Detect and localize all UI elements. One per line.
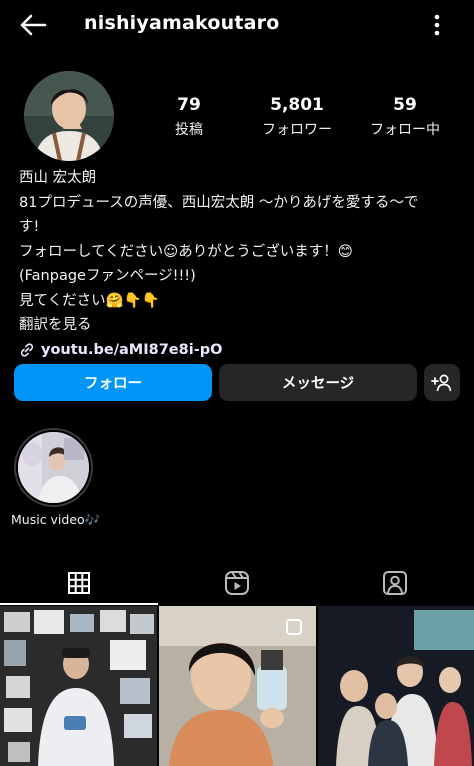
highlight-thumbnail bbox=[18, 432, 89, 503]
follow-button-label: フォロー bbox=[84, 376, 142, 392]
bio-link[interactable]: youtu.be/aMI87e8i-pO bbox=[19, 338, 469, 363]
story-highlight-music-video[interactable] bbox=[14, 428, 93, 507]
bio-line-5: 見てください🤗👇👇 bbox=[19, 292, 160, 309]
back-button[interactable] bbox=[14, 10, 52, 40]
post-thumbnail-3[interactable] bbox=[318, 606, 474, 766]
profile-avatar[interactable] bbox=[24, 71, 114, 161]
tab-reels[interactable] bbox=[158, 560, 316, 606]
more-options-button[interactable] bbox=[424, 10, 450, 40]
bio-line-4: (Fanpageファンページ!!!) bbox=[19, 268, 196, 284]
bio-line-1: 81プロデュースの声優、西山宏太朗 〜かりあげを愛する〜で bbox=[19, 194, 419, 211]
active-tab-indicator bbox=[0, 603, 158, 605]
post-thumbnail-1[interactable] bbox=[0, 606, 157, 766]
tagged-person-icon bbox=[383, 571, 407, 595]
bio-link-text: youtu.be/aMI87e8i-pO bbox=[41, 341, 223, 358]
stat-posts[interactable]: 79 投稿 bbox=[134, 95, 244, 139]
stat-followers-value: 5,801 bbox=[270, 95, 324, 115]
follow-button[interactable]: フォロー bbox=[14, 364, 212, 401]
stat-following-label: フォロー中 bbox=[370, 122, 440, 138]
tab-posts-grid[interactable] bbox=[0, 560, 158, 606]
add-person-icon bbox=[431, 374, 452, 391]
arrow-left-icon bbox=[20, 14, 47, 36]
stat-posts-value: 79 bbox=[177, 95, 201, 115]
profile-bio: 西山 宏太朗 81プロデュースの声優、西山宏太朗 〜かりあげを愛する〜で す! … bbox=[19, 166, 469, 362]
link-icon bbox=[20, 343, 34, 357]
profile-display-name: 西山 宏太朗 bbox=[19, 170, 97, 186]
grid-icon bbox=[68, 572, 90, 594]
message-button-label: メッセージ bbox=[281, 376, 355, 392]
stat-following-value: 59 bbox=[393, 95, 417, 115]
stat-followers[interactable]: 5,801 フォロワー bbox=[242, 95, 352, 139]
tab-tagged[interactable] bbox=[316, 560, 474, 606]
stat-posts-label: 投稿 bbox=[175, 122, 203, 138]
more-vertical-icon bbox=[434, 14, 440, 36]
message-button[interactable]: メッセージ bbox=[219, 364, 417, 401]
bio-line-2: す! bbox=[19, 219, 40, 235]
stat-followers-label: フォロワー bbox=[262, 122, 332, 138]
post-thumbnail-2[interactable] bbox=[159, 606, 316, 766]
translate-link[interactable]: 翻訳を見る bbox=[19, 313, 469, 338]
stat-following[interactable]: 59 フォロー中 bbox=[350, 95, 460, 139]
highlight-label: Music video🎶 bbox=[11, 512, 101, 527]
profile-username: nishiyamakoutaro bbox=[84, 12, 280, 34]
reels-icon bbox=[225, 571, 249, 595]
suggest-people-button[interactable] bbox=[424, 364, 460, 401]
bio-line-3: フォローしてください☺ありがとうございます！😊 bbox=[19, 243, 353, 260]
